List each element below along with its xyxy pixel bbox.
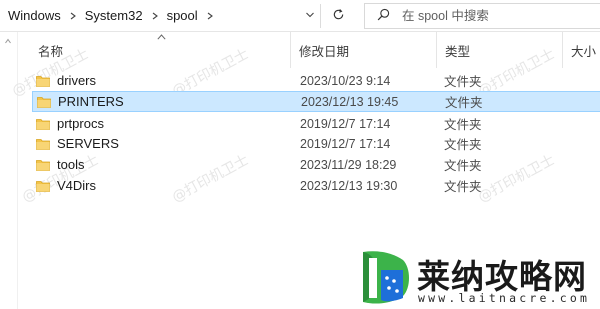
folder-icon bbox=[36, 75, 50, 87]
file-type: 文件夹 bbox=[444, 118, 482, 132]
file-type: 文件夹 bbox=[444, 138, 482, 152]
brand-logo: 莱纳攻略网 www.laitnacre.com bbox=[357, 248, 600, 309]
toolbar-divider bbox=[320, 4, 321, 28]
address-toolbar: Windows System32 spool bbox=[0, 0, 600, 32]
column-header-name[interactable]: 名称 bbox=[30, 32, 300, 68]
folder-icon bbox=[36, 118, 50, 130]
folder-icon bbox=[36, 159, 50, 171]
file-type: 文件夹 bbox=[444, 159, 482, 173]
file-name: tools bbox=[57, 157, 85, 172]
file-type: 文件夹 bbox=[445, 96, 483, 110]
file-date-modified: 2023/12/13 19:30 bbox=[300, 178, 398, 193]
file-date-modified: 2023/10/23 9:14 bbox=[300, 73, 391, 88]
chevron-right-icon[interactable] bbox=[148, 9, 162, 23]
brand-url: www.laitnacre.com bbox=[418, 291, 591, 305]
file-date-modified: 2023/12/13 19:45 bbox=[301, 94, 399, 109]
search-icon bbox=[377, 8, 390, 24]
brand-mark-icon bbox=[363, 251, 409, 304]
file-name: PRINTERS bbox=[58, 94, 124, 109]
folder-icon bbox=[36, 180, 50, 192]
file-row[interactable]: V4Dirs 2023/12/13 19:30 文件夹 bbox=[32, 175, 600, 196]
column-header-size[interactable]: 大小 bbox=[562, 32, 600, 68]
file-name: SERVERS bbox=[57, 136, 119, 151]
file-row[interactable]: prtprocs 2019/12/7 17:14 文件夹 bbox=[32, 113, 600, 134]
file-type: 文件夹 bbox=[444, 75, 482, 89]
search-box[interactable] bbox=[364, 3, 600, 29]
file-name: V4Dirs bbox=[57, 178, 97, 193]
file-row[interactable]: tools 2023/11/29 18:29 文件夹 bbox=[32, 154, 600, 175]
breadcrumb-item-system32[interactable]: System32 bbox=[85, 8, 143, 23]
file-row-selected[interactable]: PRINTERS 2023/12/13 19:45 文件夹 bbox=[32, 91, 600, 112]
file-date-modified: 2023/11/29 18:29 bbox=[300, 157, 397, 172]
file-name: prtprocs bbox=[57, 116, 104, 131]
refresh-icon bbox=[332, 8, 345, 24]
breadcrumb-item-spool[interactable]: spool bbox=[167, 8, 198, 23]
file-row[interactable]: SERVERS 2019/12/7 17:14 文件夹 bbox=[32, 133, 600, 154]
file-date-modified: 2019/12/7 17:14 bbox=[300, 116, 391, 131]
folder-icon bbox=[37, 96, 51, 108]
folder-icon bbox=[36, 138, 50, 150]
scroll-up-icon[interactable] bbox=[5, 38, 11, 50]
column-header-date-modified[interactable]: 修改日期 bbox=[290, 32, 436, 68]
address-dropdown-button[interactable] bbox=[300, 4, 320, 28]
file-name: drivers bbox=[57, 73, 97, 88]
file-type: 文件夹 bbox=[444, 180, 482, 194]
chevron-down-icon bbox=[305, 9, 315, 23]
chevron-right-icon[interactable] bbox=[203, 9, 217, 23]
column-headers: 名称 修改日期 类型 大小 bbox=[18, 32, 600, 68]
file-date-modified: 2019/12/7 17:14 bbox=[300, 136, 391, 151]
navigation-pane[interactable] bbox=[0, 32, 18, 309]
column-header-type[interactable]: 类型 bbox=[436, 32, 562, 68]
chevron-right-icon[interactable] bbox=[66, 9, 80, 23]
refresh-button[interactable] bbox=[324, 4, 352, 28]
search-input[interactable] bbox=[402, 9, 592, 23]
breadcrumb-item-windows[interactable]: Windows bbox=[8, 8, 61, 23]
file-row[interactable]: drivers 2023/10/23 9:14 文件夹 bbox=[32, 70, 600, 91]
breadcrumb[interactable]: Windows System32 spool bbox=[0, 0, 320, 31]
